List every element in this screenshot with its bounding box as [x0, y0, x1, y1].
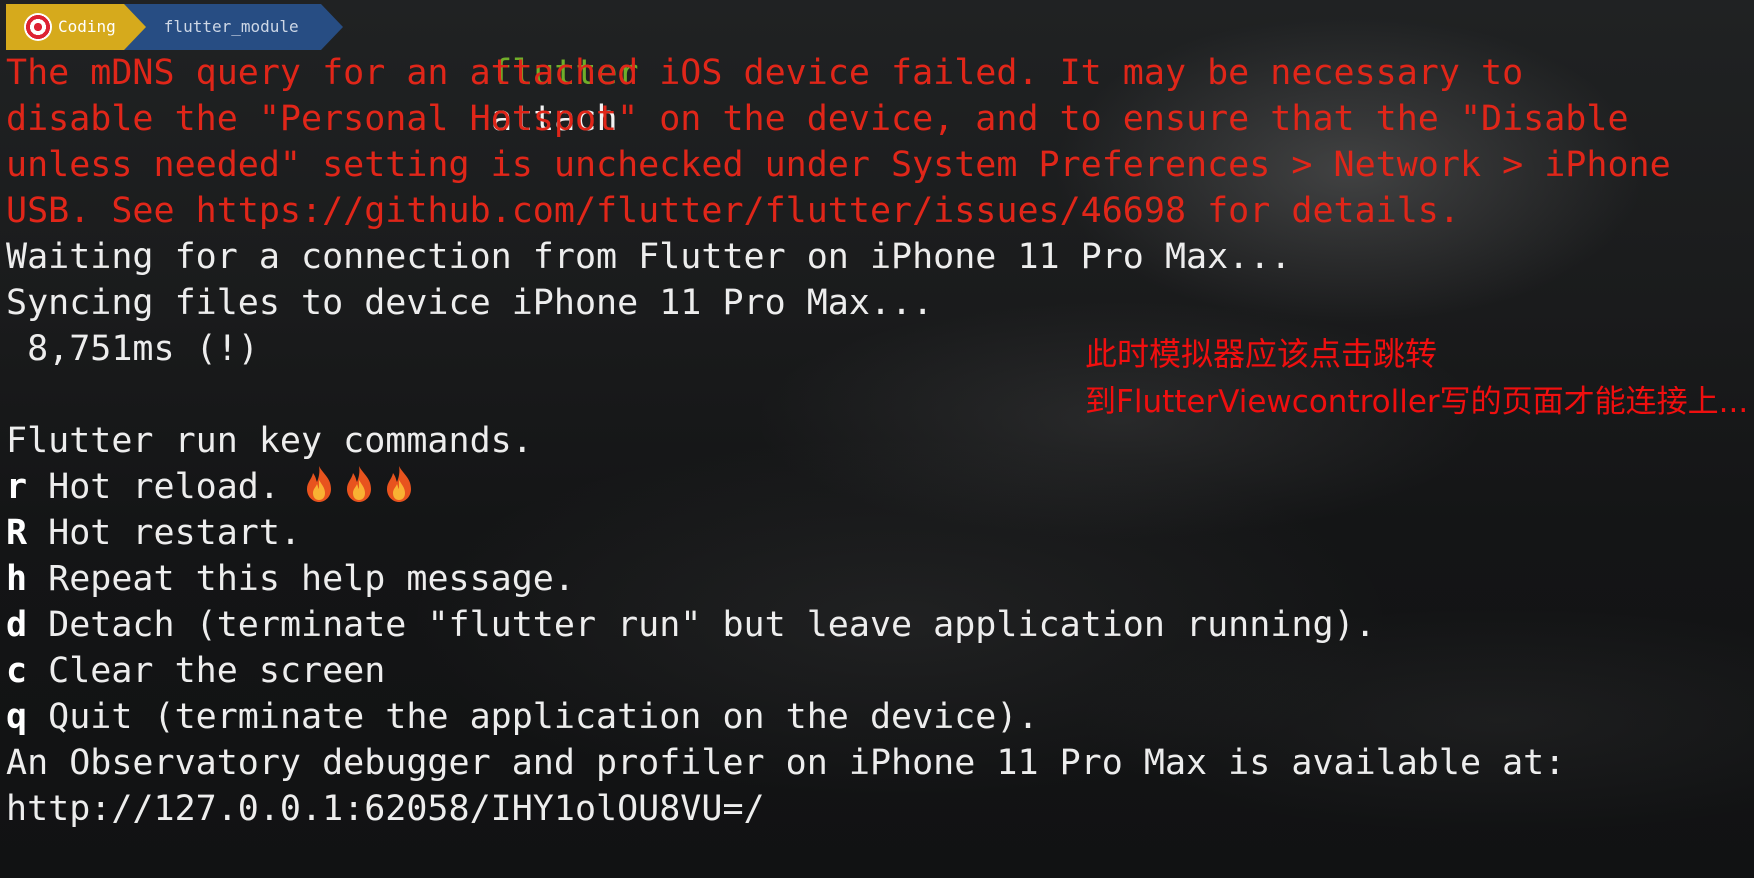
- error-line-3: unless needed" setting is unchecked unde…: [6, 145, 1671, 185]
- error-line-4: USB. See https://github.com/flutter/flut…: [6, 191, 1460, 231]
- command-description: Detach (terminate "flutter run" but leav…: [27, 605, 1376, 645]
- fire-icon: [387, 466, 412, 502]
- key-label: c: [6, 651, 28, 691]
- prompt-user-label: Coding: [58, 17, 116, 36]
- command-description: Hot reload.: [27, 467, 280, 507]
- command-row-detach: d Detach (terminate "flutter run" but le…: [6, 602, 1750, 648]
- command-description: Hot restart.: [27, 513, 302, 553]
- key-label: q: [6, 697, 28, 737]
- waiting-line: Waiting for a connection from Flutter on…: [6, 237, 1292, 277]
- prompt-segment-user: Coding: [6, 4, 146, 50]
- prompt-segment-directory: flutter_module: [123, 4, 343, 50]
- command-description: Quit (terminate the application on the d…: [27, 697, 1039, 737]
- error-line-2: disable the "Personal Hotspot" on the de…: [6, 99, 1629, 139]
- command-row-hot-reload: r Hot reload.: [6, 464, 1750, 510]
- key-label: r: [6, 467, 28, 507]
- command-row-quit: q Quit (terminate the application on the…: [6, 694, 1750, 740]
- prompt-line: Coding flutter_module flutter attach: [6, 4, 1750, 139]
- fire-icon: [347, 466, 372, 502]
- error-line-1: The mDNS query for an attached iOS devic…: [6, 53, 1524, 93]
- prompt-directory-label: flutter_module: [163, 17, 299, 36]
- command-description: Repeat this help message.: [27, 559, 575, 599]
- observatory-line: An Observatory debugger and profiler on …: [6, 743, 1566, 783]
- command-description: Clear the screen: [27, 651, 386, 691]
- command-row-clear: c Clear the screen: [6, 648, 1750, 694]
- annotation-line-1: 此时模拟器应该点击跳转: [1085, 335, 1438, 373]
- target-icon: [24, 13, 52, 41]
- key-label: d: [6, 605, 28, 645]
- command-row-hot-restart: R Hot restart.: [6, 510, 1750, 556]
- annotation-note: 此时模拟器应该点击跳转 到FlutterViewcontroller写的页面才能…: [1085, 330, 1748, 426]
- syncing-line: Syncing files to device iPhone 11 Pro Ma…: [6, 283, 934, 323]
- key-label: h: [6, 559, 28, 599]
- observatory-url[interactable]: http://127.0.0.1:62058/IHY1olOU8VU=/: [6, 786, 1750, 832]
- fire-icon: [307, 466, 332, 502]
- annotation-line-2: 到FlutterViewcontroller写的页面才能连接上...: [1085, 384, 1749, 420]
- key-label: R: [6, 513, 28, 553]
- command-row-help: h Repeat this help message.: [6, 556, 1750, 602]
